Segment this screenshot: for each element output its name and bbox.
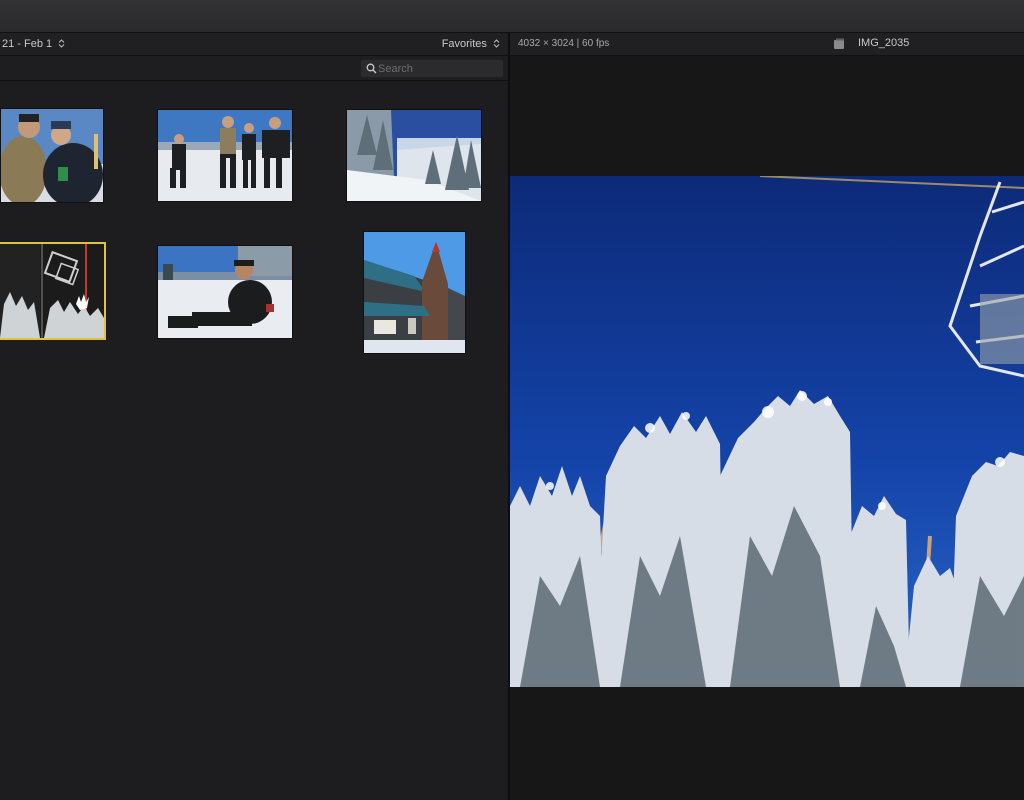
up-down-chevron-icon [493, 39, 500, 48]
clip-format-info: 4032 × 3024 | 60 fps [518, 38, 610, 49]
clip-image [0, 244, 104, 338]
clip-image [1, 109, 103, 202]
date-range-selector[interactable]: 21 - Feb 1 [2, 38, 65, 50]
viewer-header: 4032 × 3024 | 60 fps IMG_2035 [510, 33, 1024, 56]
search-bar [0, 56, 508, 81]
search-icon [366, 63, 377, 74]
lodge-building-thumbnail[interactable] [363, 231, 466, 354]
snowy-forest-thumbnail[interactable] [346, 109, 482, 202]
group-on-snow-thumbnail[interactable] [157, 109, 293, 202]
title-bar [0, 0, 1024, 33]
group-selfie-thumbnail[interactable] [0, 108, 104, 203]
browser-header: 21 - Feb 1 Favorites [0, 33, 508, 56]
clip-name: IMG_2035 [858, 37, 910, 49]
preview-image [510, 176, 1024, 687]
ski-lift-trees-thumbnail[interactable] [0, 242, 106, 340]
clip-icon [834, 38, 844, 49]
filter-label: Favorites [441, 38, 487, 50]
search-field[interactable] [360, 59, 504, 78]
search-input[interactable] [378, 60, 498, 77]
viewer-panel: 4032 × 3024 | 60 fps IMG_2035 [510, 33, 1024, 800]
clip-image [158, 246, 292, 338]
up-down-chevron-icon [58, 39, 65, 48]
clip-image [347, 110, 481, 201]
clip-image [158, 110, 292, 201]
browser-panel: 21 - Feb 1 Favorites [0, 33, 510, 800]
clip-image [364, 232, 465, 353]
sitting-in-snow-thumbnail[interactable] [157, 245, 293, 339]
date-range-label: 21 - Feb 1 [2, 38, 53, 50]
viewer-preview-image[interactable] [510, 176, 1024, 687]
filter-popup[interactable]: Favorites [442, 38, 500, 50]
